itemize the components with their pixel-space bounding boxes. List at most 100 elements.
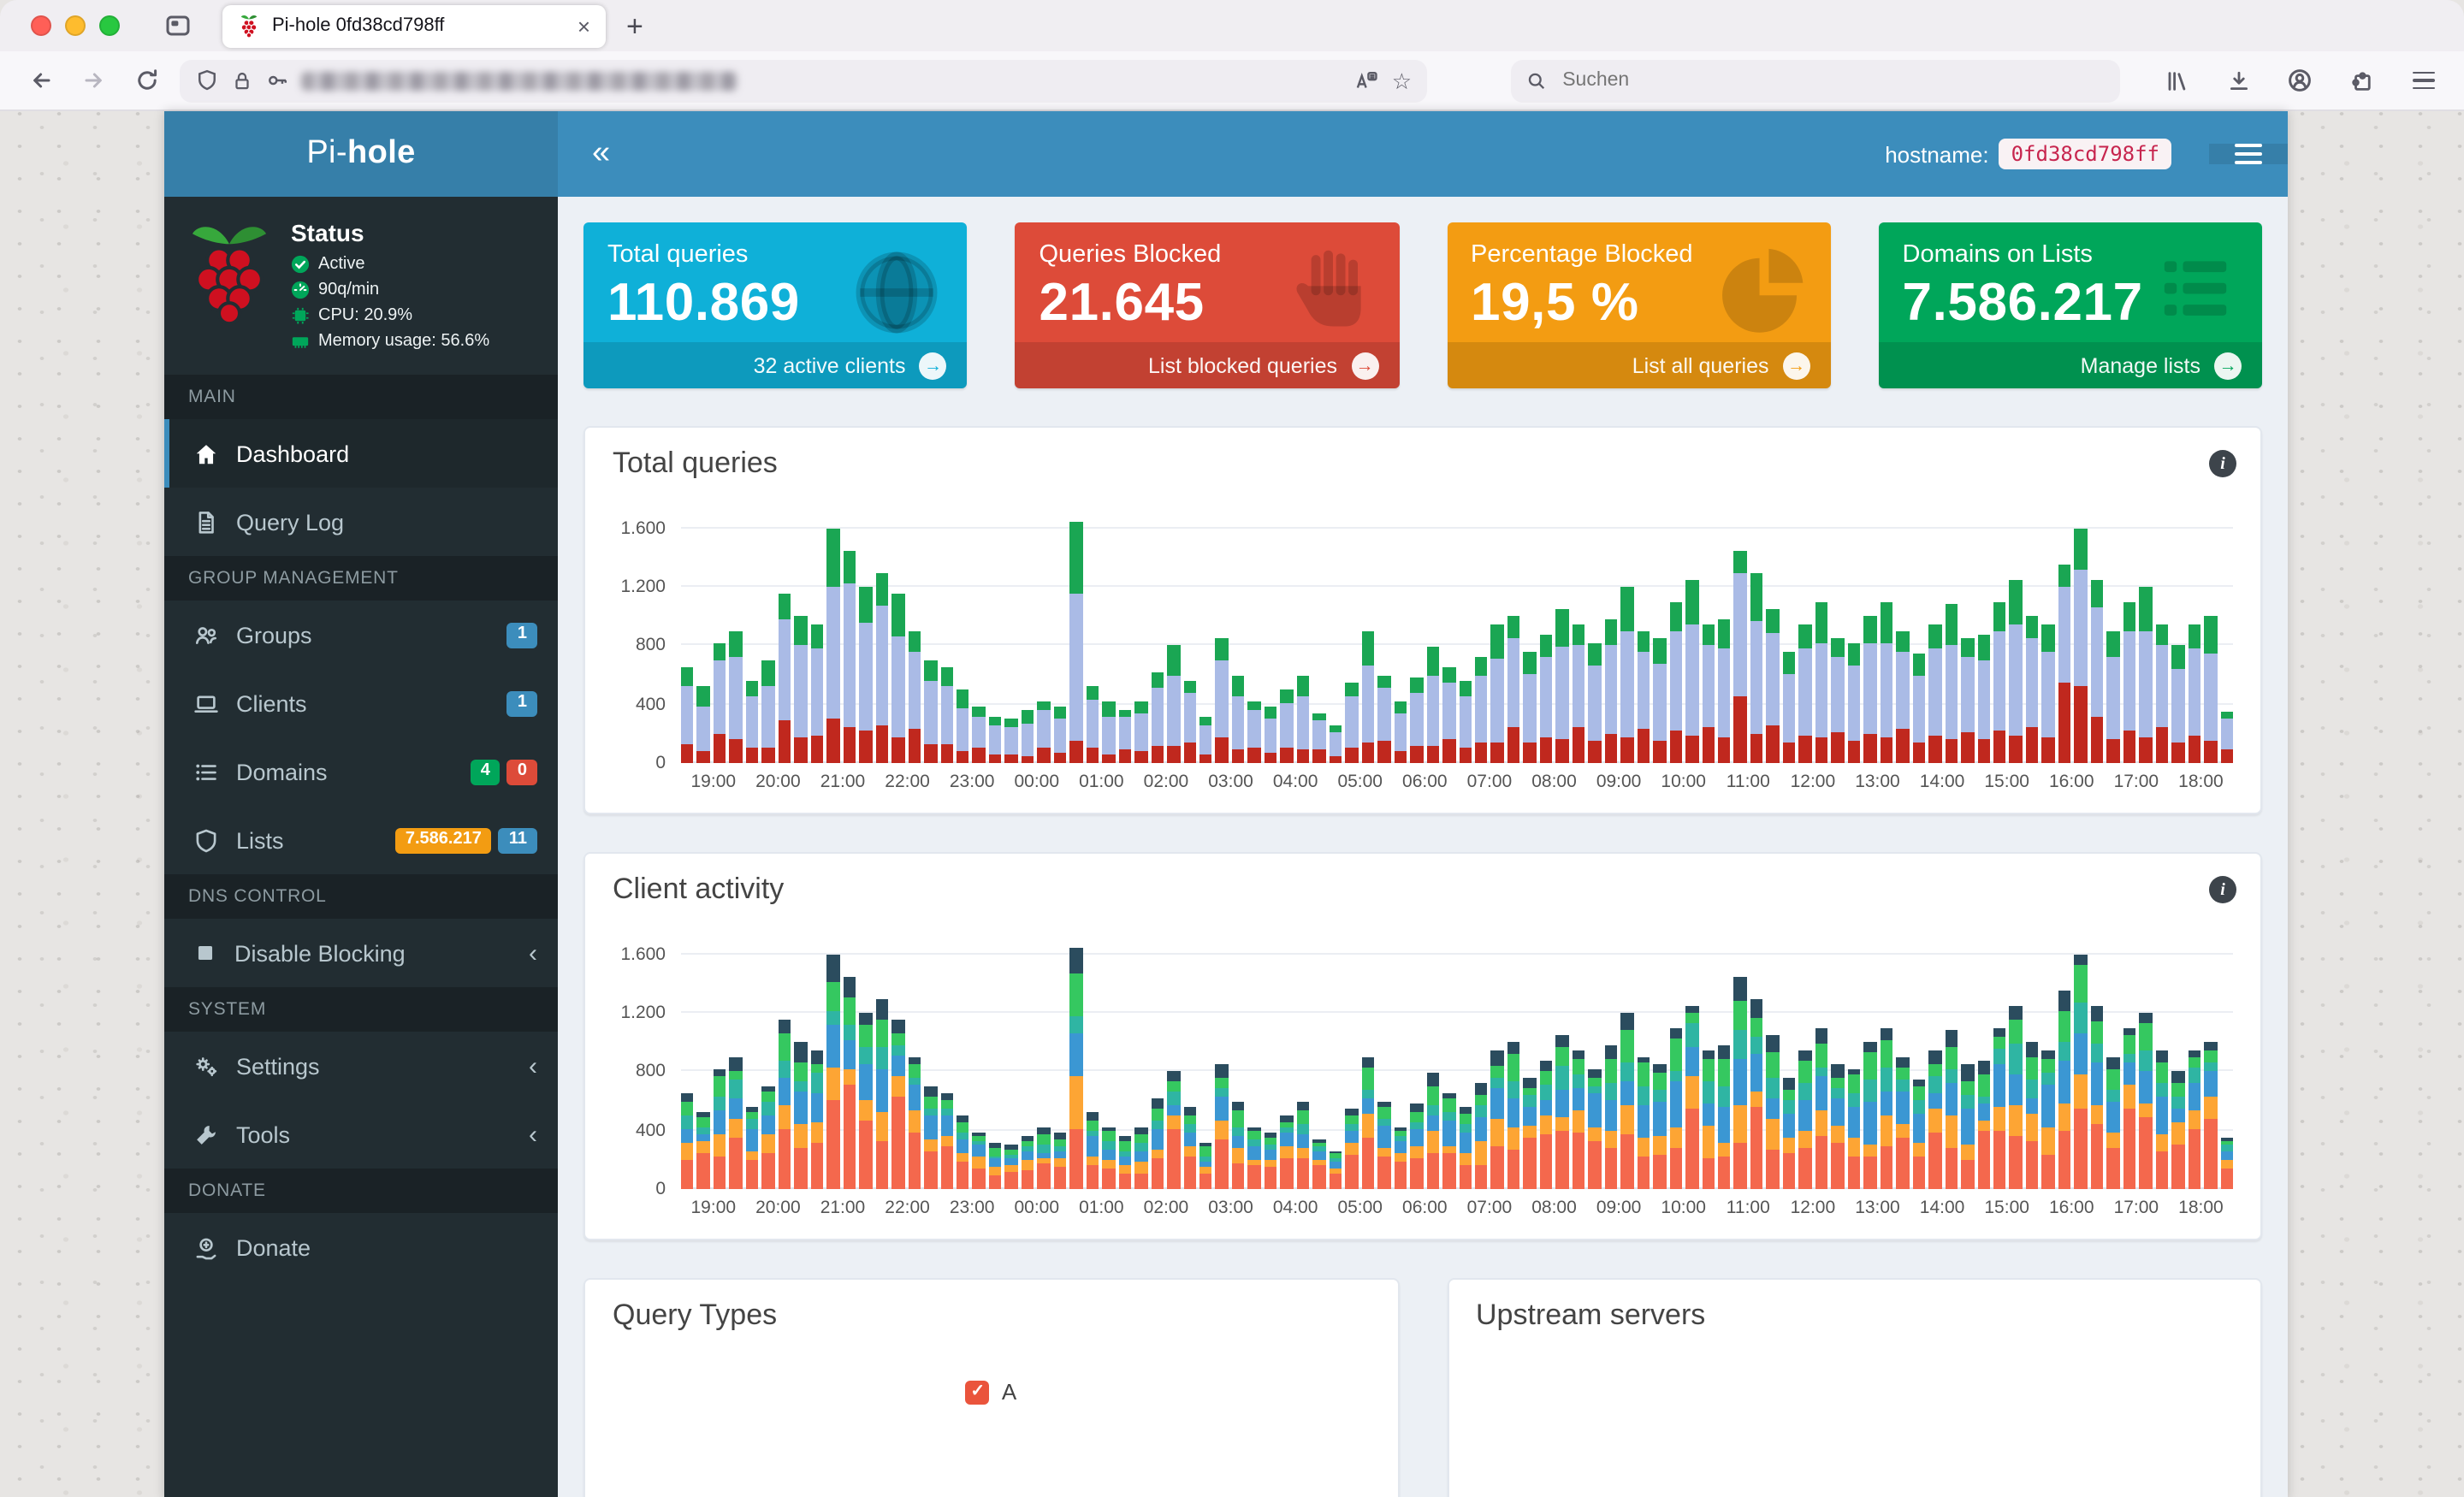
bar[interactable] (875, 572, 889, 763)
bar[interactable] (2074, 528, 2088, 763)
bar[interactable] (2058, 565, 2071, 763)
bar[interactable] (843, 976, 856, 1189)
bar[interactable] (1896, 1056, 1910, 1189)
bar[interactable] (1653, 638, 1667, 763)
bar[interactable] (794, 616, 808, 763)
total-queries-chart[interactable]: 0 400 800 1.200 1.600 19:00 20:00 21:00 22:00 23… (602, 506, 2233, 792)
firefox-view-icon[interactable] (157, 5, 198, 46)
bar[interactable] (1247, 701, 1261, 763)
bar[interactable] (1945, 604, 1958, 763)
sidebar-item-settings[interactable]: Settings ‹ (164, 1032, 558, 1100)
bar[interactable] (1377, 675, 1391, 763)
sidebar-item-query-log[interactable]: Query Log (164, 488, 558, 556)
bar[interactable] (1329, 725, 1342, 763)
bar[interactable] (2139, 587, 2153, 763)
bar[interactable] (2123, 1027, 2136, 1189)
bar[interactable] (2106, 1056, 2120, 1189)
bar[interactable] (1037, 701, 1051, 763)
bar[interactable] (1945, 1030, 1958, 1189)
bar[interactable] (956, 689, 969, 763)
bar[interactable] (1702, 624, 1715, 763)
bar[interactable] (843, 550, 856, 763)
bar[interactable] (1394, 1127, 1407, 1189)
query-type-checkbox[interactable]: ✓ (965, 1380, 990, 1404)
bar[interactable] (2204, 1042, 2218, 1189)
bar[interactable] (1199, 716, 1212, 763)
bar[interactable] (1102, 701, 1116, 763)
bar[interactable] (1880, 1027, 1893, 1189)
bar[interactable] (1490, 1050, 1504, 1189)
bar[interactable] (1410, 677, 1424, 763)
bar[interactable] (1459, 1107, 1472, 1189)
bar[interactable] (2090, 1005, 2104, 1189)
bar[interactable] (2123, 601, 2136, 763)
bar[interactable] (988, 716, 1002, 763)
bar[interactable] (1021, 1136, 1034, 1189)
bar[interactable] (908, 630, 921, 763)
bar[interactable] (2204, 616, 2218, 763)
bar[interactable] (1928, 1050, 1942, 1189)
bar[interactable] (1296, 675, 1310, 763)
bar[interactable] (1507, 616, 1520, 763)
bar[interactable] (1021, 710, 1034, 763)
bar[interactable] (1134, 1127, 1148, 1189)
bar[interactable] (1685, 579, 1699, 763)
bar[interactable] (891, 594, 905, 763)
bar[interactable] (1264, 1133, 1277, 1189)
bookmark-star-icon[interactable]: ☆ (1392, 69, 1412, 92)
bar[interactable] (891, 1020, 905, 1189)
sidebar-item-clients[interactable]: Clients 1 (164, 669, 558, 737)
bar[interactable] (1264, 707, 1277, 763)
zoom-window-button[interactable] (99, 15, 120, 36)
bar[interactable] (1102, 1127, 1116, 1189)
app-menu-button[interactable] (2209, 144, 2288, 164)
bar[interactable] (940, 667, 953, 763)
bar[interactable] (1474, 657, 1488, 763)
bar[interactable] (1215, 1064, 1229, 1189)
bar[interactable] (1426, 1073, 1440, 1189)
bar[interactable] (761, 660, 775, 763)
minimize-window-button[interactable] (65, 15, 86, 36)
bar[interactable] (2106, 630, 2120, 763)
bar[interactable] (745, 681, 759, 763)
bar[interactable] (2090, 579, 2104, 763)
bar[interactable] (1199, 1142, 1212, 1189)
bar[interactable] (1539, 1060, 1553, 1189)
sidebar-collapse-icon[interactable]: « (558, 111, 644, 197)
bar[interactable] (729, 1056, 743, 1189)
info-icon[interactable]: i (2209, 876, 2236, 903)
key-icon[interactable] (265, 68, 289, 92)
bar[interactable] (1086, 1112, 1099, 1189)
bar[interactable] (2025, 616, 2039, 763)
sidebar-item-donate[interactable]: Donate (164, 1213, 558, 1281)
bar[interactable] (1620, 587, 1634, 763)
bar[interactable] (1231, 1101, 1245, 1189)
bar[interactable] (810, 624, 824, 763)
bar[interactable] (826, 954, 840, 1189)
info-icon[interactable]: i (2209, 450, 2236, 477)
bar[interactable] (1361, 630, 1375, 763)
bar[interactable] (1069, 947, 1083, 1189)
bar[interactable] (1750, 572, 1763, 763)
bar[interactable] (1620, 1013, 1634, 1189)
bar[interactable] (1053, 1133, 1067, 1189)
bar[interactable] (1215, 638, 1229, 763)
bar[interactable] (1863, 1042, 1877, 1189)
bar[interactable] (1718, 619, 1731, 763)
bar[interactable] (1961, 638, 1974, 763)
sidebar-item-dashboard[interactable]: Dashboard (164, 419, 558, 488)
bar[interactable] (1555, 609, 1569, 763)
sidebar-item-domains[interactable]: Domains 4 0 (164, 737, 558, 806)
bar[interactable] (1766, 609, 1780, 763)
bar[interactable] (1442, 667, 1455, 763)
bar[interactable] (1442, 1093, 1455, 1189)
bar[interactable] (1685, 1005, 1699, 1189)
sidebar-item-tools[interactable]: Tools ‹ (164, 1100, 558, 1169)
bar[interactable] (1247, 1127, 1261, 1189)
bar[interactable] (2074, 954, 2088, 1189)
bar[interactable] (778, 594, 791, 763)
bar[interactable] (1151, 1098, 1164, 1189)
bar[interactable] (1733, 550, 1747, 763)
chart-plot[interactable] (681, 932, 2233, 1189)
bar[interactable] (2220, 1137, 2233, 1189)
